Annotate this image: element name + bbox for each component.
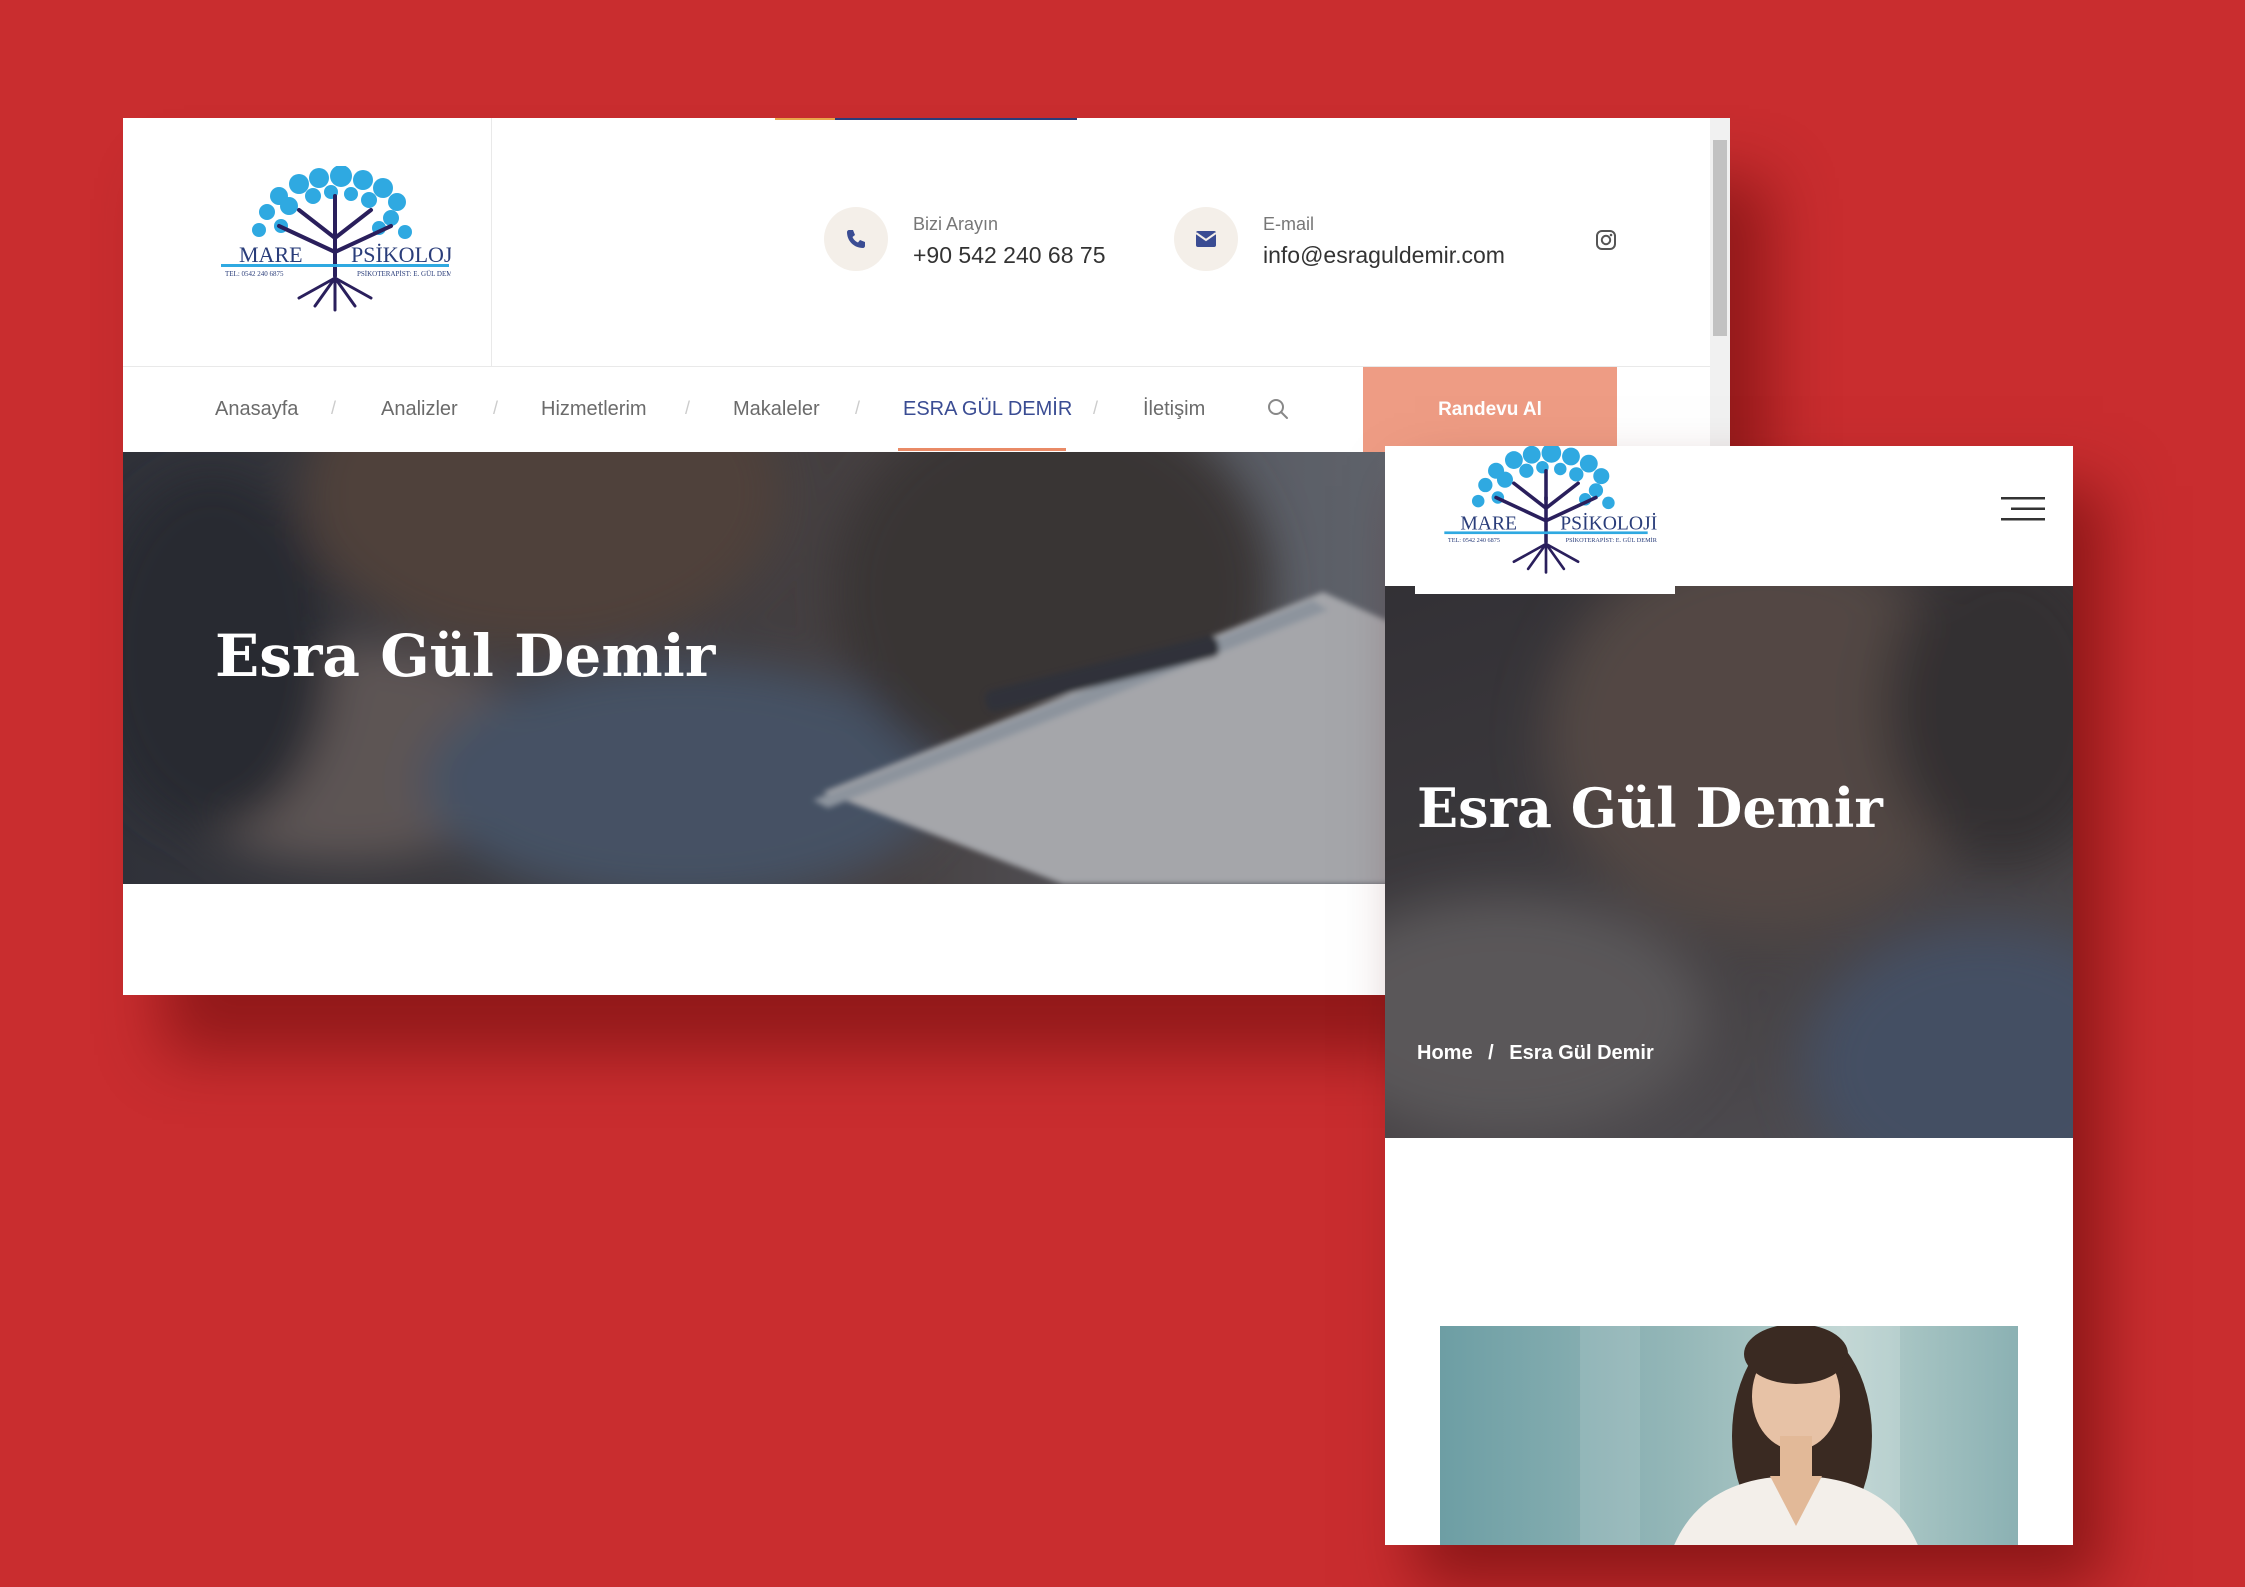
mobile-window: MARE PSİKOLOJİ TEL: 0542 240 6875 PSİKOT… xyxy=(1385,446,2073,1545)
nav-item-anasayfa[interactable]: Anasayfa xyxy=(215,398,298,421)
phone-icon xyxy=(847,230,865,248)
search-icon xyxy=(1268,399,1288,419)
menu-toggle-button[interactable] xyxy=(2001,496,2045,527)
svg-text:PSİKOLOJİ: PSİKOLOJİ xyxy=(1560,514,1657,535)
instagram-icon xyxy=(1596,230,1616,250)
tree-logo-icon: MARE PSİKOLOJİ TEL: 0542 240 6875 PSİKOT… xyxy=(1444,446,1658,574)
tree-logo-icon: MARE PSİKOLOJİ TEL: 0542 240 6875 PSİKOT… xyxy=(221,165,460,312)
portrait-image xyxy=(1580,1326,1918,1545)
nav-separator: / xyxy=(1093,398,1099,418)
breadcrumb-current: Esra Gül Demir xyxy=(1509,1042,1654,1064)
svg-text:MARE: MARE xyxy=(239,242,303,267)
svg-text:TEL: 0542 240 6875: TEL: 0542 240 6875 xyxy=(1448,537,1500,544)
nav-item-esra-gul-demir[interactable]: ESRA GÜL DEMİR xyxy=(903,398,1072,421)
nav-item-makaleler[interactable]: Makaleler xyxy=(733,398,820,421)
search-button[interactable] xyxy=(1267,398,1289,425)
logo-cell: MARE PSİKOLOJİ TEL: 0542 240 6875 PSİKOT… xyxy=(123,118,492,366)
active-nav-underline xyxy=(898,448,1066,451)
svg-text:MARE: MARE xyxy=(1460,514,1517,535)
breadcrumb-home[interactable]: Home xyxy=(1417,1042,1473,1064)
breadcrumb: Home / Esra Gül Demir xyxy=(1417,1042,1654,1065)
mobile-page-hero: Esra Gül Demir Home / Esra Gül Demir xyxy=(1385,586,2073,1138)
phone-number[interactable]: +90 542 240 68 75 xyxy=(913,242,1106,269)
breadcrumb-separator: / xyxy=(1488,1042,1494,1064)
page-hero: Esra Gül Demir xyxy=(123,452,1523,884)
nav-item-analizler[interactable]: Analizler xyxy=(381,398,458,421)
mail-icon-badge xyxy=(1174,207,1238,271)
instagram-link[interactable] xyxy=(1595,229,1617,256)
mail-icon xyxy=(1195,231,1217,247)
scrollbar-thumb[interactable] xyxy=(1713,140,1727,336)
nav-item-iletisim[interactable]: İletişim xyxy=(1143,398,1205,421)
phone-icon-badge xyxy=(824,207,888,271)
nav-separator: / xyxy=(493,398,499,418)
email-address[interactable]: info@esraguldemir.com xyxy=(1263,242,1505,269)
nav-separator: / xyxy=(685,398,691,418)
hero-title: Esra Gül Demir xyxy=(215,622,716,690)
svg-text:PSİKOTERAPİST: E. GÜL DEMİR: PSİKOTERAPİST: E. GÜL DEMİR xyxy=(1566,537,1658,544)
mobile-logo-card[interactable]: MARE PSİKOLOJİ TEL: 0542 240 6875 PSİKOT… xyxy=(1415,446,1675,594)
svg-text:PSİKOTERAPİST: E. GÜL DEMİR: PSİKOTERAPİST: E. GÜL DEMİR xyxy=(357,270,451,278)
nav-separator: / xyxy=(331,398,337,418)
top-accent-bar xyxy=(775,118,1077,120)
appointment-button[interactable]: Randevu Al xyxy=(1363,367,1617,453)
svg-text:TEL: 0542 240 6875: TEL: 0542 240 6875 xyxy=(225,270,284,278)
mobile-hero-title: Esra Gül Demir xyxy=(1417,776,1883,840)
nav-separator: / xyxy=(855,398,861,418)
nav-item-hizmetlerim[interactable]: Hizmetlerim xyxy=(541,398,647,421)
profile-photo xyxy=(1440,1326,2018,1545)
svg-text:PSİKOLOJİ: PSİKOLOJİ xyxy=(351,242,451,267)
site-logo[interactable]: MARE PSİKOLOJİ TEL: 0542 240 6875 PSİKOT… xyxy=(219,165,460,314)
email-label: E-mail xyxy=(1263,214,1315,234)
phone-label: Bizi Arayın xyxy=(913,214,999,234)
hamburger-icon xyxy=(2001,497,2045,521)
